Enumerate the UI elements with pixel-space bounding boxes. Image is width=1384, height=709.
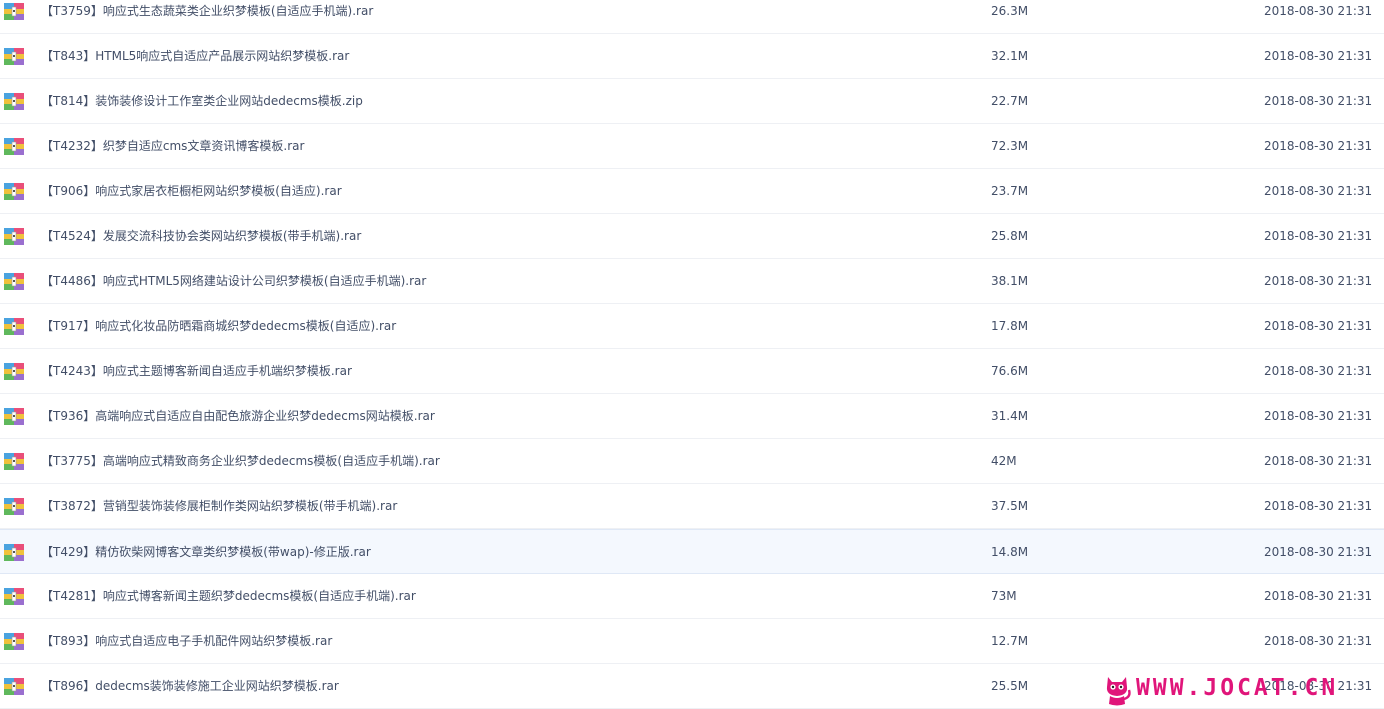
file-row[interactable]: 【T893】响应式自适应电子手机配件网站织梦模板.rar 12.7M 2018-08…: [0, 619, 1384, 664]
file-size: 14.8M: [991, 545, 1029, 559]
archive-icon: [4, 363, 24, 380]
file-date: 2018-08-30 21:31: [1264, 49, 1373, 63]
archive-icon: [4, 318, 24, 335]
archive-icon: [4, 498, 24, 515]
file-name-link[interactable]: 【T917】响应式化妆品防晒霜商城织梦dedecms模板(自适应).rar: [41, 319, 396, 333]
file-row[interactable]: 【T3872】营销型装饰装修展柜制作类网站织梦模板(带手机端).rar 37.5M…: [0, 484, 1384, 529]
archive-icon: [4, 228, 24, 245]
file-row[interactable]: 【T429】精仿砍柴网博客文章类织梦模板(带wap)-修正版.rar 14.8M 2…: [0, 529, 1384, 574]
file-size: 12.7M: [991, 634, 1029, 648]
archive-icon: [4, 678, 24, 695]
file-date: 2018-08-30 21:31: [1264, 364, 1373, 378]
archive-icon: [4, 544, 24, 561]
watermark: WWW.JOCAT.CN: [1102, 673, 1382, 707]
file-row[interactable]: 【T3775】高端响应式精致商务企业织梦dedecms模板(自适应手机端).ra…: [0, 439, 1384, 484]
file-size: 25.8M: [991, 229, 1029, 243]
file-name-link[interactable]: 【T429】精仿砍柴网博客文章类织梦模板(带wap)-修正版.rar: [41, 545, 371, 559]
archive-icon: [4, 48, 24, 65]
file-name-link[interactable]: 【T893】响应式自适应电子手机配件网站织梦模板.rar: [41, 634, 332, 648]
file-date: 2018-08-30 21:31: [1264, 454, 1373, 468]
file-row[interactable]: 【T906】响应式家居衣柜橱柜网站织梦模板(自适应).rar 23.7M 2018-…: [0, 169, 1384, 214]
file-size: 38.1M: [991, 274, 1029, 288]
file-row[interactable]: 【T4524】发展交流科技协会类网站织梦模板(带手机端).rar 25.8M 201…: [0, 214, 1384, 259]
file-size: 17.8M: [991, 319, 1029, 333]
archive-icon: [4, 183, 24, 200]
archive-icon: [4, 93, 24, 110]
file-date: 2018-08-30 21:31: [1264, 319, 1373, 333]
file-date: 2018-08-30 21:31: [1264, 589, 1373, 603]
file-name-link[interactable]: 【T4281】响应式博客新闻主题织梦dedecms模板(自适应手机端).rar: [41, 589, 416, 603]
file-list: 【T3759】响应式生态蔬菜类企业织梦模板(自适应手机端).rar 26.3M 20…: [0, 0, 1384, 709]
file-size: 37.5M: [991, 499, 1029, 513]
watermark-text: WWW.JOCAT.CN: [1136, 675, 1339, 701]
file-size: 42M: [991, 454, 1017, 468]
archive-icon: [4, 408, 24, 425]
file-row[interactable]: 【T4281】响应式博客新闻主题织梦dedecms模板(自适应手机端).rar 7…: [0, 574, 1384, 619]
archive-icon: [4, 273, 24, 290]
file-row[interactable]: 【T814】装饰装修设计工作室类企业网站dedecms模板.zip 22.7M 20…: [0, 79, 1384, 124]
file-date: 2018-08-30 21:31: [1264, 229, 1373, 243]
file-row[interactable]: 【T843】HTML5响应式自适应产品展示网站织梦模板.rar 32.1M 2018…: [0, 34, 1384, 79]
archive-icon: [4, 138, 24, 155]
file-row[interactable]: 【T3759】响应式生态蔬菜类企业织梦模板(自适应手机端).rar 26.3M 20…: [0, 0, 1384, 34]
file-date: 2018-08-30 21:31: [1264, 634, 1373, 648]
file-size: 31.4M: [991, 409, 1029, 423]
file-name-link[interactable]: 【T843】HTML5响应式自适应产品展示网站织梦模板.rar: [41, 49, 349, 63]
file-name-link[interactable]: 【T4243】响应式主题博客新闻自适应手机端织梦模板.rar: [41, 364, 352, 378]
file-size: 32.1M: [991, 49, 1029, 63]
file-size: 72.3M: [991, 139, 1029, 153]
file-name-link[interactable]: 【T4486】响应式HTML5网络建站设计公司织梦模板(自适应手机端).rar: [41, 274, 426, 288]
file-date: 2018-08-30 21:31: [1264, 184, 1373, 198]
cat-mascot-icon: [1106, 677, 1131, 706]
archive-icon: [4, 3, 24, 20]
file-size: 25.5M: [991, 679, 1029, 693]
file-size: 76.6M: [991, 364, 1029, 378]
file-date: 2018-08-30 21:31: [1264, 499, 1373, 513]
file-size: 26.3M: [991, 4, 1029, 18]
file-name-link[interactable]: 【T896】dedecms装饰装修施工企业网站织梦模板.rar: [41, 679, 339, 693]
archive-icon: [4, 633, 24, 650]
file-date: 2018-08-30 21:31: [1264, 4, 1373, 18]
file-name-link[interactable]: 【T4232】织梦自适应cms文章资讯博客模板.rar: [41, 139, 304, 153]
archive-icon: [4, 588, 24, 605]
file-date: 2018-08-30 21:31: [1264, 94, 1373, 108]
file-date: 2018-08-30 21:31: [1264, 274, 1373, 288]
file-row[interactable]: 【T936】高端响应式自适应自由配色旅游企业织梦dedecms网站模板.rar 3…: [0, 394, 1384, 439]
file-size: 73M: [991, 589, 1017, 603]
file-row[interactable]: 【T4243】响应式主题博客新闻自适应手机端织梦模板.rar 76.6M 2018-…: [0, 349, 1384, 394]
file-row[interactable]: 【T917】响应式化妆品防晒霜商城织梦dedecms模板(自适应).rar 17.…: [0, 304, 1384, 349]
file-name-link[interactable]: 【T3872】营销型装饰装修展柜制作类网站织梦模板(带手机端).rar: [41, 499, 397, 513]
file-name-link[interactable]: 【T814】装饰装修设计工作室类企业网站dedecms模板.zip: [41, 94, 363, 108]
file-name-link[interactable]: 【T3759】响应式生态蔬菜类企业织梦模板(自适应手机端).rar: [41, 4, 373, 18]
file-name-link[interactable]: 【T3775】高端响应式精致商务企业织梦dedecms模板(自适应手机端).ra…: [41, 454, 440, 468]
file-name-link[interactable]: 【T936】高端响应式自适应自由配色旅游企业织梦dedecms网站模板.rar: [41, 409, 435, 423]
file-size: 23.7M: [991, 184, 1029, 198]
archive-icon: [4, 453, 24, 470]
file-date: 2018-08-30 21:31: [1264, 139, 1373, 153]
file-date: 2018-08-30 21:31: [1264, 545, 1373, 559]
file-name-link[interactable]: 【T4524】发展交流科技协会类网站织梦模板(带手机端).rar: [41, 229, 361, 243]
file-date: 2018-08-30 21:31: [1264, 409, 1373, 423]
file-size: 22.7M: [991, 94, 1029, 108]
file-row[interactable]: 【T4232】织梦自适应cms文章资讯博客模板.rar 72.3M 2018-08-…: [0, 124, 1384, 169]
file-row[interactable]: 【T4486】响应式HTML5网络建站设计公司织梦模板(自适应手机端).rar 3…: [0, 259, 1384, 304]
file-name-link[interactable]: 【T906】响应式家居衣柜橱柜网站织梦模板(自适应).rar: [41, 184, 342, 198]
